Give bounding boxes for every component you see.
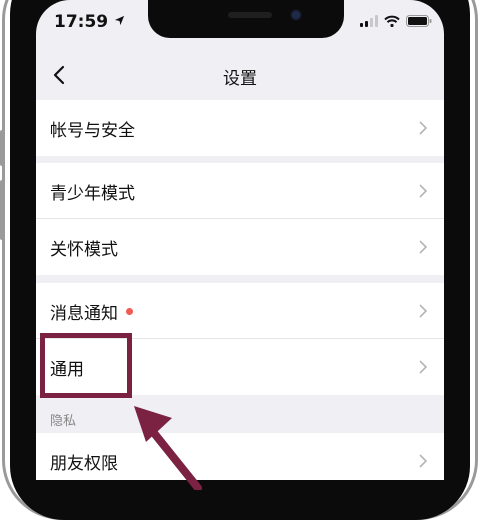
section-label-privacy: 隐私 — [50, 414, 77, 429]
status-time: 17:59 — [54, 12, 125, 32]
settings-item-label: 朋友权限 — [50, 454, 118, 474]
chevron-right-icon — [419, 240, 428, 254]
pointer-arrow-icon — [134, 406, 202, 490]
settings-item-label: 青少年模式 — [50, 184, 135, 204]
settings-item-friend-permissions[interactable]: 朋友权限 — [36, 433, 444, 480]
settings-item-label: 消息通知 — [50, 304, 118, 324]
page-title: 设置 — [223, 69, 257, 89]
settings-group-modes: 青少年模式 关怀模式 — [36, 163, 444, 275]
notification-dot — [126, 308, 133, 315]
volume-button — [0, 130, 4, 166]
volume-button — [0, 180, 4, 240]
chevron-right-icon — [419, 304, 428, 318]
highlight-box — [40, 333, 132, 398]
location-arrow-icon — [114, 15, 125, 26]
chevron-right-icon — [419, 454, 428, 468]
chevron-right-icon — [419, 184, 428, 198]
notch — [148, 0, 344, 38]
settings-item-label: 帐号与安全 — [50, 121, 135, 141]
navigation-bar: 设置 — [36, 50, 444, 100]
chevron-right-icon — [419, 360, 428, 374]
settings-item-notifications[interactable]: 消息通知 — [36, 283, 444, 339]
camera-icon — [290, 9, 302, 21]
speaker — [228, 12, 272, 18]
wifi-icon — [384, 15, 400, 27]
chevron-right-icon — [419, 121, 428, 135]
settings-group-privacy: 朋友权限 — [36, 433, 444, 480]
battery-icon — [406, 15, 432, 27]
settings-item-care-mode[interactable]: 关怀模式 — [36, 219, 444, 275]
phone-screen: 17:59 设置 帐号与安全 青少年模式 关怀模式 消息通知 通用 隐私 朋友权… — [36, 0, 444, 480]
settings-item-account-security[interactable]: 帐号与安全 — [36, 100, 444, 156]
settings-group-account: 帐号与安全 — [36, 100, 444, 156]
settings-item-label: 关怀模式 — [50, 240, 118, 260]
signal-icon — [360, 15, 378, 27]
settings-item-teen-mode[interactable]: 青少年模式 — [36, 163, 444, 219]
status-icons — [360, 14, 432, 28]
device-frame: 17:59 设置 帐号与安全 青少年模式 关怀模式 消息通知 通用 隐私 朋友权… — [0, 0, 480, 520]
